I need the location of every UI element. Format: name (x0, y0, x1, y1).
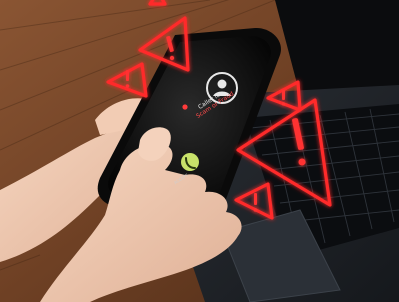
scam-call-photo: Caller ID Scam or Fraud ACCEPT (0, 0, 399, 302)
scene-illustration (0, 0, 399, 302)
phone-answer-icon (181, 153, 199, 171)
decline-dot-icon (182, 104, 188, 110)
